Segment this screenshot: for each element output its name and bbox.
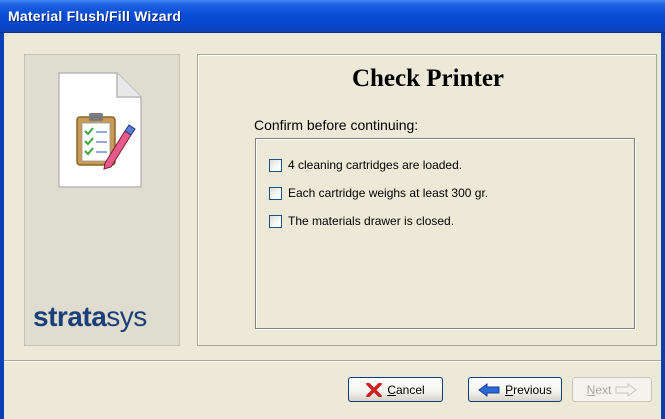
checklist-item-drawer-closed[interactable]: The materials drawer is closed. (269, 212, 454, 230)
checklist-group: 4 cleaning cartridges are loaded. Each c… (255, 138, 635, 329)
window-frame-right (661, 33, 665, 419)
checkbox[interactable] (269, 158, 282, 172)
checklist-item-cartridges-loaded[interactable]: 4 cleaning cartridges are loaded. (269, 156, 462, 174)
wizard-content-panel: Check Printer Confirm before continuing:… (197, 54, 657, 346)
page-title: Check Printer (351, 65, 505, 92)
checklist-item-cartridge-weight[interactable]: Each cartridge weighs at least 300 gr. (269, 184, 488, 202)
next-button[interactable]: Next (572, 377, 652, 402)
checkbox[interactable] (269, 186, 282, 200)
title-bar[interactable]: Material Flush/Fill Wizard (0, 0, 665, 33)
checklist-item-label: The materials drawer is closed. (288, 214, 455, 228)
arrow-right-icon (615, 382, 638, 397)
branding-panel: stratasys (24, 54, 180, 346)
checklist-item-label: Each cartridge weighs at least 300 gr. (288, 186, 489, 200)
button-separator (4, 360, 661, 362)
x-icon (366, 382, 383, 397)
cancel-button[interactable]: Cancel (348, 377, 443, 402)
checkbox[interactable] (269, 214, 282, 228)
arrow-left-icon (478, 382, 500, 397)
window-title: Material Flush/Fill Wizard (8, 8, 182, 24)
stratasys-logo: stratasys (33, 301, 147, 332)
clipboard-checklist-icon (58, 72, 142, 188)
previous-button[interactable]: Previous (468, 377, 562, 402)
checklist-item-label: 4 cleaning cartridges are loaded. (288, 158, 463, 172)
confirm-label: Confirm before continuing: (254, 117, 419, 133)
